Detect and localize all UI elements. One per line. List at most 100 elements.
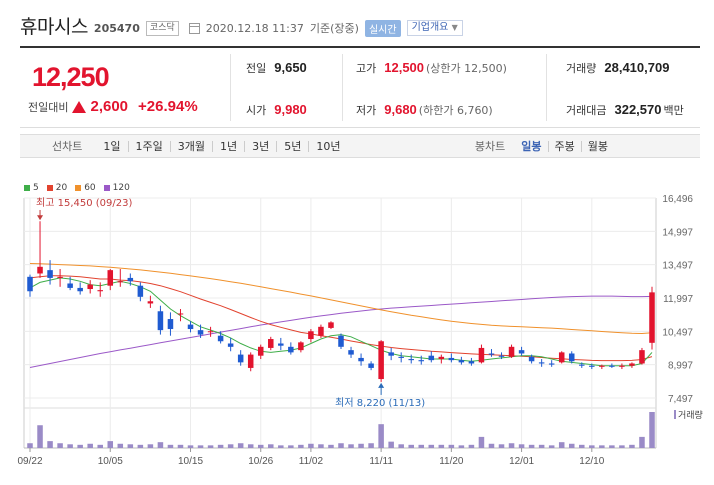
ma5-line <box>29 277 653 367</box>
candle-body <box>217 335 224 342</box>
candle-body <box>87 284 93 290</box>
stock-header: 휴마시스 205470 코스닥 2020.12.18 11:37 기준(장중) … <box>20 10 463 40</box>
period-3m[interactable]: 3개월 <box>169 140 212 152</box>
low-annotation: 최저 8,220 (11/13) <box>335 397 425 409</box>
volume-bar <box>558 442 565 448</box>
volume-bar <box>579 444 585 448</box>
period-10y[interactable]: 10년 <box>308 140 347 152</box>
candle-body <box>177 313 184 315</box>
y-tick-label: 13,497 <box>662 261 693 272</box>
realtime-button[interactable]: 실시간 <box>364 19 401 37</box>
y-tick-label: 16,496 <box>662 194 693 205</box>
change-label: 전일대비 <box>28 100 69 114</box>
volume-bar <box>328 444 334 448</box>
volume-bar <box>629 444 635 448</box>
candle-body <box>368 363 374 368</box>
volume-bar <box>428 444 435 448</box>
volume-bar <box>308 443 314 448</box>
candle-body <box>147 301 154 304</box>
company-info-dropdown[interactable]: 기업개요 ▼ <box>406 20 463 36</box>
chevron-down-icon: ▼ <box>451 23 458 32</box>
quote-datetime: 2020.12.18 11:37 <box>205 21 304 35</box>
candle-body <box>197 330 204 335</box>
stat-prev-close: 전일 9,650 <box>246 60 307 76</box>
candle-body <box>649 292 655 343</box>
candle-body <box>579 364 585 366</box>
volume-legend-swatch <box>674 410 676 419</box>
candlestick-chart[interactable]: 16,496 14,997 13,497 11,997 10,497 8,997 7,497… <box>0 190 714 485</box>
volume-bar <box>368 443 374 448</box>
candle-body <box>378 341 384 380</box>
volume-bar <box>278 445 284 448</box>
period-1w[interactable]: 1주일 <box>127 140 170 152</box>
candle-body <box>328 322 334 328</box>
chart-toolbar: 선차트 1일 1주일 3개월 1년 3년 5년 10년 봉차트 일봉 주봉 월봉 <box>20 134 700 158</box>
volume-bar <box>147 444 154 448</box>
stat-low: 저가 9,680 (하한가 6,760) <box>356 102 493 118</box>
volume-bar <box>298 444 304 448</box>
candle-body <box>398 356 404 358</box>
volume-bar <box>358 443 364 448</box>
volume-bar <box>157 442 164 448</box>
volume-bar <box>418 444 425 448</box>
candle-body <box>599 365 605 367</box>
volume-bar <box>458 445 465 448</box>
candle-body <box>187 324 194 330</box>
price-panel: 12,250 전일대비 2,600 +26.94% 전일 9,650 시가 9,… <box>20 46 700 128</box>
candle-body <box>278 343 284 346</box>
candle-daily[interactable]: 일봉 <box>515 141 547 152</box>
candle-body <box>308 331 314 340</box>
candle-body <box>127 277 134 282</box>
candle-body <box>508 346 515 357</box>
stat-value: 9,650 <box>274 60 307 75</box>
volume-bar <box>518 444 525 448</box>
stat-high: 고가 12,500 (상한가 12,500) <box>356 60 507 76</box>
candle-body <box>568 353 575 362</box>
x-tick-label: 10/26 <box>248 456 273 467</box>
volume-bar <box>498 444 505 448</box>
market-badge: 코스닥 <box>145 20 179 36</box>
candle-body <box>137 285 144 297</box>
candle-body <box>77 287 83 292</box>
stat-sub: (하한가 6,760) <box>418 104 493 117</box>
volume-bar <box>288 445 294 448</box>
volume-bar <box>438 444 445 448</box>
volume-bar <box>197 445 204 448</box>
x-tick-label: 10/05 <box>98 456 123 467</box>
low-arrow-icon <box>378 382 385 388</box>
x-tick-label: 10/15 <box>178 456 203 467</box>
volume-bar <box>87 443 93 448</box>
ma60-line <box>29 263 653 335</box>
current-price: 12,250 <box>32 62 110 92</box>
stat-value: 322,570 <box>614 102 662 117</box>
y-tick-label: 11,997 <box>663 294 693 305</box>
candle-monthly[interactable]: 월봉 <box>580 140 614 152</box>
volume-bar <box>388 441 394 448</box>
period-1y[interactable]: 1년 <box>212 140 244 152</box>
stock-name: 휴마시스 <box>20 15 88 38</box>
candle-weekly[interactable]: 주봉 <box>547 140 581 152</box>
candle-body <box>478 347 485 363</box>
volume-bar <box>107 441 114 448</box>
divider <box>546 54 547 121</box>
candle-body <box>57 276 63 278</box>
line-chart-label: 선차트 <box>52 140 83 153</box>
period-1d[interactable]: 1일 <box>96 141 127 152</box>
volume-bar <box>268 444 274 448</box>
volume-bar <box>47 441 53 448</box>
candle-body <box>418 360 425 362</box>
volume-bar <box>338 443 344 448</box>
candle-body <box>518 350 525 354</box>
candle-body <box>237 354 244 363</box>
calendar-icon <box>188 22 200 34</box>
volume-bar <box>548 445 555 448</box>
period-5y[interactable]: 5년 <box>276 140 308 152</box>
candle-body <box>468 361 475 364</box>
period-3y[interactable]: 3년 <box>244 140 276 152</box>
candle-body <box>609 365 615 367</box>
stat-label: 전일 <box>246 62 267 75</box>
candle-body <box>408 359 414 361</box>
volume-bar <box>378 424 384 448</box>
candle-body <box>67 283 73 288</box>
candle-body <box>268 339 274 348</box>
